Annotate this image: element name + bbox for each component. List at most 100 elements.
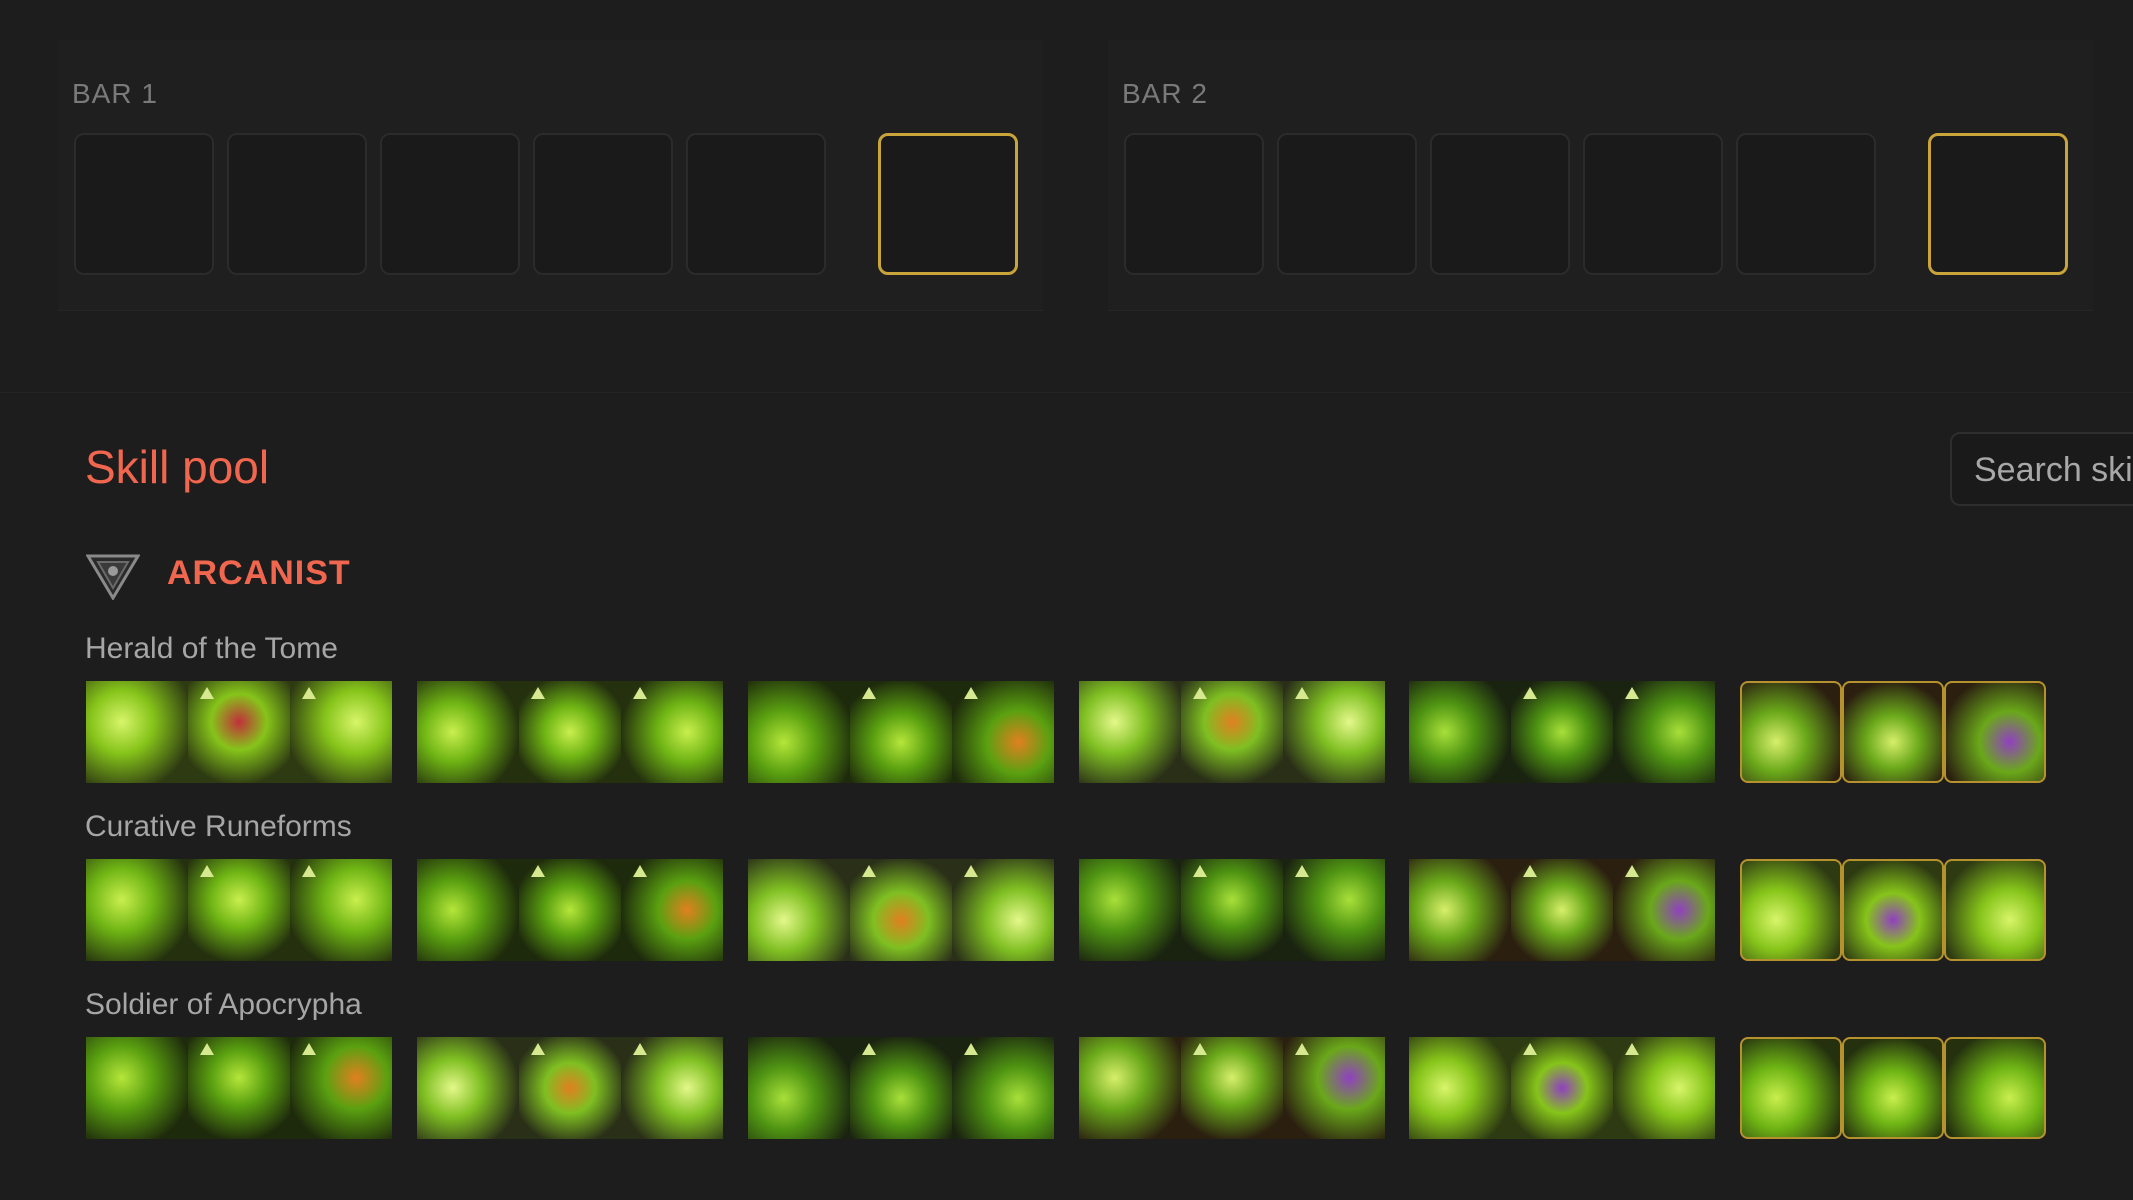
- bar-2-slot-4[interactable]: [1583, 133, 1723, 275]
- skill-icon-soldier-of-apocrypha-1-1[interactable]: [86, 1037, 188, 1139]
- morph-arrow-icon: [633, 687, 647, 699]
- skill-pool-title: Skill pool: [85, 441, 270, 493]
- bar-2-title: BAR 2: [1122, 78, 1208, 109]
- skill-icon-curative-runeforms-2-1[interactable]: [417, 859, 519, 961]
- skill-icon-soldier-of-apocrypha-6-1[interactable]: [1740, 1037, 1842, 1139]
- morph-arrow-icon: [200, 865, 214, 877]
- skill-icon-soldier-of-apocrypha-1-3[interactable]: [290, 1037, 392, 1139]
- skill-icon-soldier-of-apocrypha-4-2[interactable]: [1181, 1037, 1283, 1139]
- morph-arrow-icon: [1523, 687, 1537, 699]
- morph-arrow-icon: [1193, 865, 1207, 877]
- morph-arrow-icon: [531, 687, 545, 699]
- morph-arrow-icon: [964, 865, 978, 877]
- morph-arrow-icon: [531, 865, 545, 877]
- skill-icon-herald-of-the-tome-3-1[interactable]: [748, 681, 850, 783]
- skill-icon-herald-of-the-tome-3-2[interactable]: [850, 681, 952, 783]
- skill-icon-soldier-of-apocrypha-5-3[interactable]: [1613, 1037, 1715, 1139]
- skill-icon-curative-runeforms-4-3[interactable]: [1283, 859, 1385, 961]
- skill-icon-curative-runeforms-1-2[interactable]: [188, 859, 290, 961]
- skill-icon-curative-runeforms-3-1[interactable]: [748, 859, 850, 961]
- skill-icon-curative-runeforms-6-1[interactable]: [1740, 859, 1842, 961]
- skill-group-curative-runeforms-3: [748, 859, 1055, 961]
- skill-icon-curative-runeforms-2-3[interactable]: [621, 859, 723, 961]
- skill-icon-herald-of-the-tome-2-1[interactable]: [417, 681, 519, 783]
- skill-icon-herald-of-the-tome-4-1[interactable]: [1079, 681, 1181, 783]
- morph-arrow-icon: [302, 687, 316, 699]
- skill-icon-curative-runeforms-4-1[interactable]: [1079, 859, 1181, 961]
- bar-2-ultimate-slot[interactable]: [1928, 133, 2068, 275]
- skill-icon-curative-runeforms-5-2[interactable]: [1511, 859, 1613, 961]
- skill-icon-herald-of-the-tome-4-3[interactable]: [1283, 681, 1385, 783]
- skill-icon-herald-of-the-tome-6-3[interactable]: [1944, 681, 2046, 783]
- skill-icon-herald-of-the-tome-1-1[interactable]: [86, 681, 188, 783]
- bar-2-panel: BAR 2: [1108, 40, 2093, 311]
- skill-icon-soldier-of-apocrypha-6-2[interactable]: [1842, 1037, 1944, 1139]
- skill-icon-curative-runeforms-1-3[interactable]: [290, 859, 392, 961]
- skill-icon-soldier-of-apocrypha-3-2[interactable]: [850, 1037, 952, 1139]
- skill-icon-herald-of-the-tome-5-3[interactable]: [1613, 681, 1715, 783]
- morph-arrow-icon: [1625, 687, 1639, 699]
- skill-icon-curative-runeforms-1-1[interactable]: [86, 859, 188, 961]
- skill-icon-curative-runeforms-6-3[interactable]: [1944, 859, 2046, 961]
- bar-1-slot-5[interactable]: [686, 133, 826, 275]
- skill-icon-herald-of-the-tome-1-2[interactable]: [188, 681, 290, 783]
- morph-arrow-icon: [200, 687, 214, 699]
- morph-arrow-icon: [1523, 1043, 1537, 1055]
- skill-group-curative-runeforms-1: [86, 859, 393, 961]
- skill-group-curative-runeforms-6: [1740, 859, 2047, 961]
- skill-icon-soldier-of-apocrypha-3-1[interactable]: [748, 1037, 850, 1139]
- skill-group-curative-runeforms-2: [417, 859, 724, 961]
- morph-arrow-icon: [633, 1043, 647, 1055]
- skill-search-input[interactable]: [1972, 434, 2133, 504]
- bar-2-slot-3[interactable]: [1430, 133, 1570, 275]
- skill-icon-soldier-of-apocrypha-2-1[interactable]: [417, 1037, 519, 1139]
- skill-group-soldier-of-apocrypha-4: [1079, 1037, 1386, 1139]
- bar-1-slot-3[interactable]: [380, 133, 520, 275]
- skill-group-herald-of-the-tome-2: [417, 681, 724, 783]
- skill-icon-herald-of-the-tome-5-2[interactable]: [1511, 681, 1613, 783]
- skill-icon-soldier-of-apocrypha-5-1[interactable]: [1409, 1037, 1511, 1139]
- bar-1-slot-4[interactable]: [533, 133, 673, 275]
- skill-icon-herald-of-the-tome-4-2[interactable]: [1181, 681, 1283, 783]
- skill-icon-soldier-of-apocrypha-2-3[interactable]: [621, 1037, 723, 1139]
- bar-1-ultimate-slot[interactable]: [878, 133, 1018, 275]
- skill-icon-herald-of-the-tome-6-1[interactable]: [1740, 681, 1842, 783]
- skill-icon-herald-of-the-tome-2-2[interactable]: [519, 681, 621, 783]
- skill-group-herald-of-the-tome-1: [86, 681, 393, 783]
- skill-icon-soldier-of-apocrypha-1-2[interactable]: [188, 1037, 290, 1139]
- skill-icon-curative-runeforms-3-2[interactable]: [850, 859, 952, 961]
- skill-icon-soldier-of-apocrypha-3-3[interactable]: [952, 1037, 1054, 1139]
- morph-arrow-icon: [302, 865, 316, 877]
- skill-icon-soldier-of-apocrypha-5-2[interactable]: [1511, 1037, 1613, 1139]
- skill-group-herald-of-the-tome-6: [1740, 681, 2047, 783]
- bar-1-slot-2[interactable]: [227, 133, 367, 275]
- skill-icon-herald-of-the-tome-2-3[interactable]: [621, 681, 723, 783]
- skill-icon-curative-runeforms-3-3[interactable]: [952, 859, 1054, 961]
- skill-group-soldier-of-apocrypha-5: [1409, 1037, 1716, 1139]
- bar-2-slot-5[interactable]: [1736, 133, 1876, 275]
- skill-icon-herald-of-the-tome-3-3[interactable]: [952, 681, 1054, 783]
- bar-1-title: BAR 1: [72, 78, 158, 109]
- morph-arrow-icon: [1625, 1043, 1639, 1055]
- morph-arrow-icon: [531, 1043, 545, 1055]
- section-divider: [0, 392, 2133, 393]
- skill-icon-curative-runeforms-6-2[interactable]: [1842, 859, 1944, 961]
- skill-icon-curative-runeforms-5-1[interactable]: [1409, 859, 1511, 961]
- morph-arrow-icon: [862, 865, 876, 877]
- skill-icon-curative-runeforms-4-2[interactable]: [1181, 859, 1283, 961]
- bar-2-slot-2[interactable]: [1277, 133, 1417, 275]
- bar-2-slot-1[interactable]: [1124, 133, 1264, 275]
- morph-arrow-icon: [1295, 687, 1309, 699]
- bar-1-slot-1[interactable]: [74, 133, 214, 275]
- morph-arrow-icon: [862, 1043, 876, 1055]
- skill-icon-soldier-of-apocrypha-4-3[interactable]: [1283, 1037, 1385, 1139]
- skill-icon-soldier-of-apocrypha-2-2[interactable]: [519, 1037, 621, 1139]
- skill-icon-curative-runeforms-2-2[interactable]: [519, 859, 621, 961]
- skill-icon-soldier-of-apocrypha-4-1[interactable]: [1079, 1037, 1181, 1139]
- skill-search-box[interactable]: [1950, 432, 2133, 506]
- skill-icon-herald-of-the-tome-5-1[interactable]: [1409, 681, 1511, 783]
- skill-icon-soldier-of-apocrypha-6-3[interactable]: [1944, 1037, 2046, 1139]
- skill-icon-curative-runeforms-5-3[interactable]: [1613, 859, 1715, 961]
- skill-icon-herald-of-the-tome-1-3[interactable]: [290, 681, 392, 783]
- skill-icon-herald-of-the-tome-6-2[interactable]: [1842, 681, 1944, 783]
